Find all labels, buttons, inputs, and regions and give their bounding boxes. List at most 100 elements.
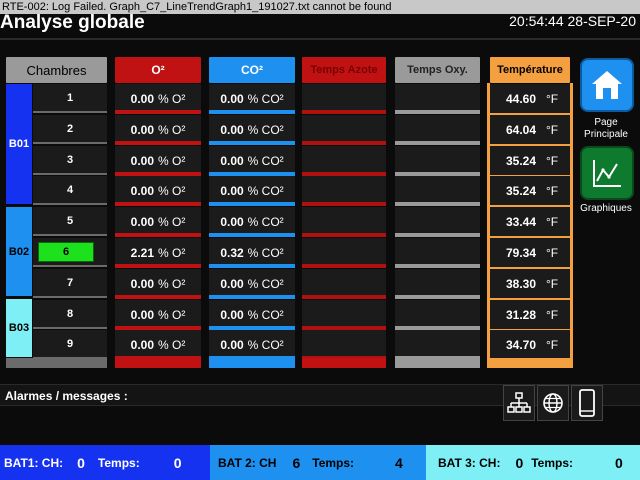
column-header-chambres: Chambres	[6, 57, 107, 83]
o2-value: 0.00	[130, 214, 154, 229]
bat3-ch-label: BAT 3: CH:	[438, 455, 501, 470]
o2-value: 0.00	[130, 91, 154, 106]
o2-value-cell: 0.00 % O²	[115, 269, 201, 298]
azote-row-underline	[302, 264, 386, 268]
oxy-time-cell	[395, 84, 480, 113]
oxy-row-underline	[395, 295, 480, 299]
chamber-cell[interactable]: 2	[33, 115, 107, 144]
temperature-unit: °F	[546, 307, 559, 322]
o2-unit: % O²	[158, 245, 186, 260]
co2-value-cell: 0.00% CO²	[209, 84, 295, 113]
temperature-value: 64.04	[505, 122, 536, 137]
bat1-temps-value: 0	[173, 454, 182, 471]
co2-row-underline	[209, 202, 295, 206]
temperature-unit: °F	[546, 214, 559, 229]
chamber-number[interactable]: 1	[33, 84, 107, 111]
temperature-value: 38.30	[505, 276, 536, 291]
oxy-time-cell	[395, 176, 480, 205]
temperature-value: 35.24	[505, 153, 536, 168]
chamber-number-active[interactable]: 6	[38, 242, 94, 262]
chamber-cell[interactable]: 1	[33, 84, 107, 113]
chamber-cell[interactable]: 6	[33, 238, 107, 267]
azote-row-underline	[302, 141, 386, 145]
co2-value-cell: 0.00% CO²	[209, 330, 295, 359]
temperature-unit: °F	[546, 337, 559, 352]
web-button[interactable]	[537, 385, 569, 421]
temperature-cell: 34.70 °F	[490, 330, 570, 359]
chamber-number[interactable]: 8	[33, 300, 107, 327]
oxy-row-underline	[395, 110, 480, 114]
column-header-temps-azote: Temps Azote	[302, 57, 386, 83]
bat1-ch-value: 0	[77, 454, 85, 471]
co2-value-cell: 0.00% CO²	[209, 146, 295, 175]
bat2-ch-value: 6	[292, 454, 301, 471]
chamber-number[interactable]: 3	[33, 146, 107, 173]
co2-value: 0.00	[220, 122, 244, 137]
o2-value: 0.00	[130, 337, 154, 352]
chamber-cell[interactable]: 9	[33, 330, 107, 359]
azote-time-cell	[302, 84, 386, 113]
chamber-cell[interactable]: 7	[33, 269, 107, 298]
chamber-number[interactable]: 2	[33, 115, 107, 142]
temperature-cell: 44.60 °F	[490, 84, 570, 113]
o2-value: 0.00	[130, 153, 154, 168]
temperature-cell: 31.28 °F	[490, 300, 570, 329]
network-button[interactable]	[503, 385, 535, 421]
azote-time-cell	[302, 176, 386, 205]
battery-label-b01[interactable]: B01	[6, 84, 32, 204]
temperature-unit: °F	[546, 153, 559, 168]
co2-unit: % CO²	[247, 153, 284, 168]
temperature-cell: 35.24 °F	[490, 146, 570, 175]
chamber-cell[interactable]: 5	[33, 207, 107, 236]
graphs-button[interactable]	[580, 146, 634, 200]
o2-unit: % O²	[158, 183, 186, 198]
co2-row-underline	[209, 141, 295, 145]
co2-unit: % CO²	[247, 276, 284, 291]
globe-icon	[543, 393, 563, 413]
o2-column-footer	[115, 358, 201, 368]
co2-value-cell: 0.32% CO²	[209, 238, 295, 267]
footer-bat3: BAT 3: CH: 0 Temps: 0	[426, 445, 640, 480]
co2-value-cell: 0.00% CO²	[209, 115, 295, 144]
co2-unit: % CO²	[247, 122, 284, 137]
co2-value-cell: 0.00% CO²	[209, 207, 295, 236]
alarms-label: Alarmes / messages :	[5, 389, 128, 403]
oxy-time-cell	[395, 330, 480, 359]
chamber-cell[interactable]: 3	[33, 146, 107, 175]
battery-label-b02[interactable]: B02	[6, 207, 32, 296]
co2-column-footer	[209, 358, 295, 368]
oxy-time-cell	[395, 269, 480, 298]
co2-value: 0.00	[220, 337, 244, 352]
chamber-cell[interactable]: 8	[33, 300, 107, 329]
o2-value-cell: 0.00 % O²	[115, 207, 201, 236]
battery-label-b03[interactable]: B03	[6, 299, 32, 357]
mobile-phone-icon	[579, 389, 595, 417]
co2-unit: % CO²	[247, 307, 284, 322]
chamber-number[interactable]: 9	[33, 330, 107, 357]
bat1-temps-label: Temps:	[97, 455, 140, 470]
temperature-column-footer	[487, 358, 573, 368]
o2-value-cell: 0.00 % O²	[115, 176, 201, 205]
temperature-value: 44.60	[505, 91, 536, 106]
co2-row-underline	[209, 110, 295, 114]
chamber-cell[interactable]: 4	[33, 176, 107, 205]
chamber-number[interactable]: 5	[33, 207, 107, 234]
azote-time-cell	[302, 269, 386, 298]
oxy-time-cell	[395, 300, 480, 329]
azote-time-cell	[302, 238, 386, 267]
co2-unit: % CO²	[247, 214, 284, 229]
o2-value-cell: 0.00 % O²	[115, 300, 201, 329]
chamber-number[interactable]: 4	[33, 176, 107, 203]
azote-time-cell	[302, 146, 386, 175]
column-header-co2: CO²	[209, 57, 295, 83]
bat2-ch-label: BAT 2: CH	[218, 455, 277, 470]
temperature-cell: 64.04 °F	[490, 115, 570, 144]
chamber-number[interactable]: 7	[33, 269, 107, 296]
o2-unit: % O²	[158, 153, 186, 168]
mobile-button[interactable]	[571, 385, 603, 421]
home-button[interactable]	[580, 58, 634, 112]
o2-unit: % O²	[158, 337, 186, 352]
o2-row-underline	[115, 141, 201, 145]
bat3-temps-value: 0	[615, 454, 623, 471]
co2-unit: % CO²	[247, 91, 284, 106]
